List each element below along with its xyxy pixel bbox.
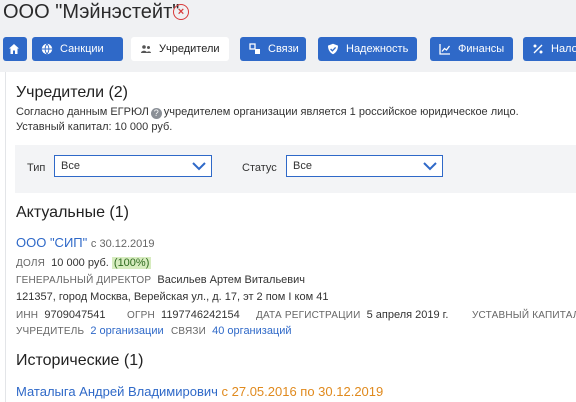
founder-row: УЧРЕДИТЕЛЬ 2 организации bbox=[16, 325, 164, 337]
share-row: ДОЛЯ 10 000 руб. (100%) bbox=[16, 257, 152, 269]
ogrn-value: 1197746242154 bbox=[161, 309, 240, 321]
status-filter-label: Статус bbox=[242, 162, 277, 174]
percent-icon bbox=[533, 44, 543, 54]
capital-row: УСТАВНЫЙ КАПИТАЛ bbox=[472, 309, 576, 321]
tab-label: Налоги bbox=[551, 43, 576, 55]
tab-founders[interactable]: Учредители bbox=[131, 37, 229, 61]
tab-links[interactable]: Связи bbox=[240, 37, 306, 61]
founders-description: Согласно данным ЕГРЮЛ? учредителем органи… bbox=[16, 106, 519, 119]
share-percent: (100%) bbox=[111, 257, 152, 269]
top-bar: ООО "Мэйнэстейт" × Санкции Учредители Св… bbox=[0, 0, 576, 72]
company-title: ООО "Мэйнэстейт" bbox=[3, 1, 180, 23]
tab-label: Надежность bbox=[346, 43, 409, 55]
address-text: 121357, город Москва, Верейская ул., д. … bbox=[16, 291, 329, 303]
type-filter-label: Тип bbox=[27, 162, 46, 174]
capital-label: УСТАВНЫЙ КАПИТАЛ bbox=[472, 310, 576, 321]
capital-text: Уставный капитал: 10 000 руб. bbox=[16, 121, 173, 133]
director-label: ГЕНЕРАЛЬНЫЙ ДИРЕКТОР bbox=[16, 275, 152, 286]
reg-label: ДАТА РЕГИСТРАЦИИ bbox=[256, 310, 361, 321]
ogrn-label: ОГРН bbox=[127, 310, 155, 321]
close-icon[interactable]: × bbox=[173, 4, 189, 20]
inn-row: ИНН 9709047541 bbox=[16, 309, 106, 321]
globe-icon bbox=[41, 43, 53, 55]
org-link[interactable]: ООО "СИП" bbox=[16, 235, 87, 250]
founders-title: Учредители (2) bbox=[16, 84, 129, 101]
people-icon bbox=[141, 45, 151, 53]
links-label: СВЯЗИ bbox=[171, 326, 207, 337]
chevron-down-icon bbox=[423, 162, 437, 171]
tab-finance[interactable]: Финансы bbox=[430, 37, 513, 61]
shield-icon bbox=[328, 43, 338, 55]
founder-link[interactable]: 2 организации bbox=[90, 325, 163, 337]
actual-org-row: ООО "СИП" с 30.12.2019 bbox=[16, 235, 155, 250]
historical-title: Исторические (1) bbox=[16, 352, 144, 369]
historical-row: Маталыга Андрей Владимирович с 27.05.201… bbox=[16, 384, 383, 399]
links-link[interactable]: 40 организаций bbox=[212, 325, 291, 337]
home-icon bbox=[9, 44, 19, 54]
inn-label: ИНН bbox=[16, 310, 39, 321]
founder-label: УЧРЕДИТЕЛЬ bbox=[16, 326, 85, 337]
reg-row: ДАТА РЕГИСТРАЦИИ 5 апреля 2019 г. bbox=[256, 309, 448, 321]
chart-icon bbox=[439, 44, 451, 55]
tab-label: Финансы bbox=[458, 43, 505, 55]
inn-value: 9709047541 bbox=[44, 309, 106, 321]
info-icon[interactable]: ? bbox=[150, 108, 162, 119]
tab-taxes[interactable]: Налоги bbox=[523, 37, 576, 61]
status-select-value: Все bbox=[293, 160, 312, 172]
tab-home[interactable] bbox=[3, 37, 27, 61]
actual-title: Актуальные (1) bbox=[16, 204, 129, 221]
desc-suffix: учредителем организации является 1 росси… bbox=[163, 106, 519, 118]
status-select[interactable]: Все bbox=[286, 155, 443, 177]
tab-label: Связи bbox=[268, 43, 299, 55]
type-select-value: Все bbox=[61, 160, 80, 172]
historical-period: с 27.05.2016 по 30.12.2019 bbox=[221, 384, 384, 399]
tab-label: Санкции bbox=[60, 43, 104, 55]
person-link[interactable]: Маталыга Андрей Владимирович bbox=[16, 384, 218, 399]
links-row: СВЯЗИ 40 организаций bbox=[171, 325, 292, 337]
chevron-down-icon bbox=[192, 162, 206, 171]
links-icon bbox=[249, 43, 260, 54]
filter-bar: Тип Все Статус Все bbox=[15, 145, 576, 193]
share-label: ДОЛЯ bbox=[16, 258, 46, 269]
ogrn-row: ОГРН 1197746242154 bbox=[127, 309, 240, 321]
tab-bar: Санкции Учредители Связи Надежность Фина… bbox=[0, 37, 576, 61]
tab-label: Учредители bbox=[159, 43, 220, 55]
org-since: с 30.12.2019 bbox=[90, 238, 155, 250]
tab-reliability[interactable]: Надежность bbox=[318, 37, 417, 61]
tab-sanctions[interactable]: Санкции bbox=[32, 37, 123, 61]
desc-prefix: Согласно данным ЕГРЮЛ bbox=[16, 106, 149, 118]
reg-value: 5 апреля 2019 г. bbox=[366, 309, 449, 321]
director-row: ГЕНЕРАЛЬНЫЙ ДИРЕКТОР Васильев Артем Вита… bbox=[16, 274, 305, 286]
share-value: 10 000 руб. bbox=[51, 257, 109, 269]
director-name: Васильев Артем Витальевич bbox=[157, 274, 306, 286]
type-select[interactable]: Все bbox=[54, 155, 212, 177]
